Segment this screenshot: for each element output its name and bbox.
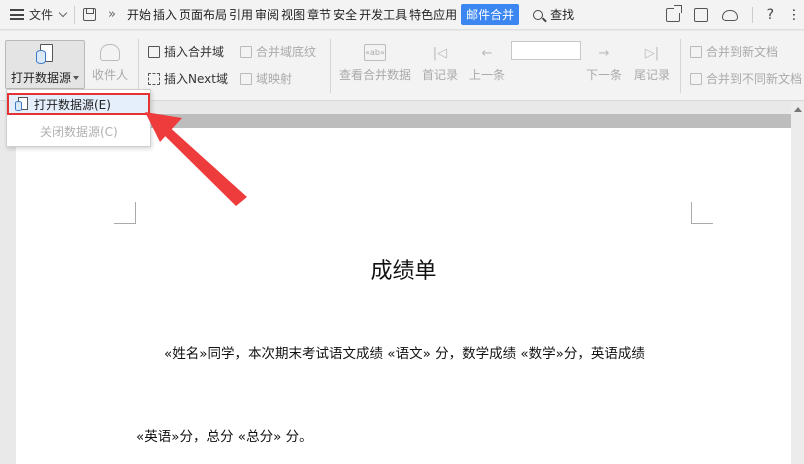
merge-to-different-docs-button[interactable]: 合并到不同新文档 <box>690 70 802 87</box>
tab-view[interactable]: 视图 <box>280 6 306 23</box>
view-merged-data-button[interactable]: «ab» 查看合并数据 <box>336 44 414 83</box>
next-record-label: 下一条 <box>585 68 622 82</box>
recipients-button[interactable]: 收件人 <box>88 44 132 83</box>
recipients-icon <box>100 44 120 61</box>
field-mapping-label: 域映射 <box>256 72 293 86</box>
vertical-scrollbar[interactable] <box>791 102 804 464</box>
more-icon[interactable]: ··· <box>785 8 801 21</box>
save-icon[interactable] <box>83 8 97 21</box>
tab-insert[interactable]: 插入 <box>152 6 178 23</box>
tab-page-layout[interactable]: 页面布局 <box>178 6 228 23</box>
tab-security[interactable]: 安全 <box>332 6 358 23</box>
tab-sections[interactable]: 章节 <box>306 6 332 23</box>
merge-new-doc-icon <box>690 45 702 58</box>
more-tabs-button[interactable]: » <box>108 7 116 22</box>
data-source-icon <box>36 44 54 66</box>
ribbon-tabs: 开始 插入 页面布局 引用 审阅 视图 章节 安全 开发工具 特色应用 邮件合并 <box>126 4 520 25</box>
help-button[interactable]: ? <box>767 7 774 23</box>
close-data-source-menu-label: 关闭数据源(C) <box>40 124 118 139</box>
view-merged-icon: «ab» <box>364 44 386 61</box>
divider <box>330 39 331 93</box>
open-data-source-menu-item[interactable]: 打开数据源(E) <box>7 93 150 115</box>
tab-featured[interactable]: 特色应用 <box>408 6 458 23</box>
tab-home[interactable]: 开始 <box>126 6 152 23</box>
hamburger-icon <box>10 9 24 20</box>
collaborate-icon[interactable] <box>693 8 708 22</box>
view-merged-data-label: 查看合并数据 <box>338 68 411 82</box>
recipients-label: 收件人 <box>91 68 128 82</box>
next-record-icon: → <box>598 46 610 61</box>
insert-next-field-label: 插入Next域 <box>164 72 228 86</box>
open-data-source-label: 打开数据源 <box>10 71 71 85</box>
first-record-icon: |◁ <box>432 46 448 61</box>
open-data-source-button[interactable]: 打开数据源 <box>5 40 85 89</box>
merge-to-new-doc-label: 合并到新文档 <box>706 45 779 59</box>
menu-bar: 文件 » 开始 插入 页面布局 引用 审阅 视图 章节 安全 开发工具 特色应用… <box>0 0 804 30</box>
document-page[interactable]: 成绩单 «姓名»同学，本次期末考试语文成绩 «语文» 分，数学成绩 «数学»分，… <box>16 128 791 464</box>
tab-review[interactable]: 审阅 <box>254 6 280 23</box>
insert-merge-field-label: 插入合并域 <box>164 45 225 59</box>
field-mapping-icon <box>240 72 252 85</box>
prev-record-button[interactable]: ← 上一条 <box>467 44 507 83</box>
insert-merge-field-icon <box>148 45 160 58</box>
merge-different-docs-icon <box>690 72 702 85</box>
divider <box>680 39 681 93</box>
merge-to-different-docs-label: 合并到不同新文档 <box>706 72 803 86</box>
next-record-button[interactable]: → 下一条 <box>584 44 624 83</box>
data-source-icon <box>15 96 28 112</box>
last-record-label: 尾记录 <box>633 68 670 82</box>
scroll-up-icon[interactable] <box>794 107 802 112</box>
divider <box>74 5 76 24</box>
dropdown-arrow-icon <box>73 75 79 80</box>
tab-mail-merge[interactable]: 邮件合并 <box>461 4 520 25</box>
record-number-input[interactable] <box>511 41 581 60</box>
insert-merge-field-button[interactable]: 插入合并域 <box>148 43 224 60</box>
open-data-source-menu-label: 打开数据源(E) <box>34 97 111 112</box>
first-record-label: 首记录 <box>421 68 458 82</box>
chevron-down-icon <box>58 8 68 18</box>
divider <box>138 39 139 93</box>
merge-field-shading-label: 合并域底纹 <box>256 45 317 59</box>
file-menu-label: 文件 <box>29 8 54 22</box>
field-mapping-button[interactable]: 域映射 <box>240 70 292 87</box>
document-paragraph-2: «英语»分，总分 «总分» 分。 <box>136 429 313 445</box>
prev-record-icon: ← <box>481 46 493 61</box>
file-menu[interactable]: 文件 <box>0 0 68 30</box>
share-icon[interactable] <box>665 5 682 22</box>
tab-references[interactable]: 引用 <box>228 6 254 23</box>
search-label: 查找 <box>550 8 575 22</box>
right-toolbar: ? ··· <box>665 0 801 30</box>
insert-next-field-icon <box>148 72 160 85</box>
tab-developer[interactable]: 开发工具 <box>358 6 408 23</box>
margin-corner-top-right <box>691 202 713 224</box>
cloud-icon[interactable] <box>721 9 738 21</box>
prev-record-label: 上一条 <box>468 68 505 82</box>
search-button[interactable]: 查找 <box>533 6 574 23</box>
divider <box>751 7 753 23</box>
first-record-button[interactable]: |◁ 首记录 <box>420 44 460 83</box>
last-record-icon: ▷| <box>644 46 660 61</box>
insert-next-field-button[interactable]: 插入Next域 <box>148 70 228 87</box>
merge-field-shading-button[interactable]: 合并域底纹 <box>240 43 316 60</box>
data-source-dropdown: 打开数据源(E) 关闭数据源(C) <box>6 89 151 147</box>
last-record-button[interactable]: ▷| 尾记录 <box>632 44 672 83</box>
document-paragraph-1: «姓名»同学，本次期末考试语文成绩 «语文» 分，数学成绩 «数学»分，英语成绩 <box>164 346 645 362</box>
close-data-source-menu-item[interactable]: 关闭数据源(C) <box>7 120 150 142</box>
search-icon <box>533 9 544 20</box>
shading-icon <box>240 45 252 58</box>
margin-corner-top-left <box>114 202 136 224</box>
merge-to-new-doc-button[interactable]: 合并到新文档 <box>690 43 778 60</box>
document-title: 成绩单 <box>370 259 437 284</box>
